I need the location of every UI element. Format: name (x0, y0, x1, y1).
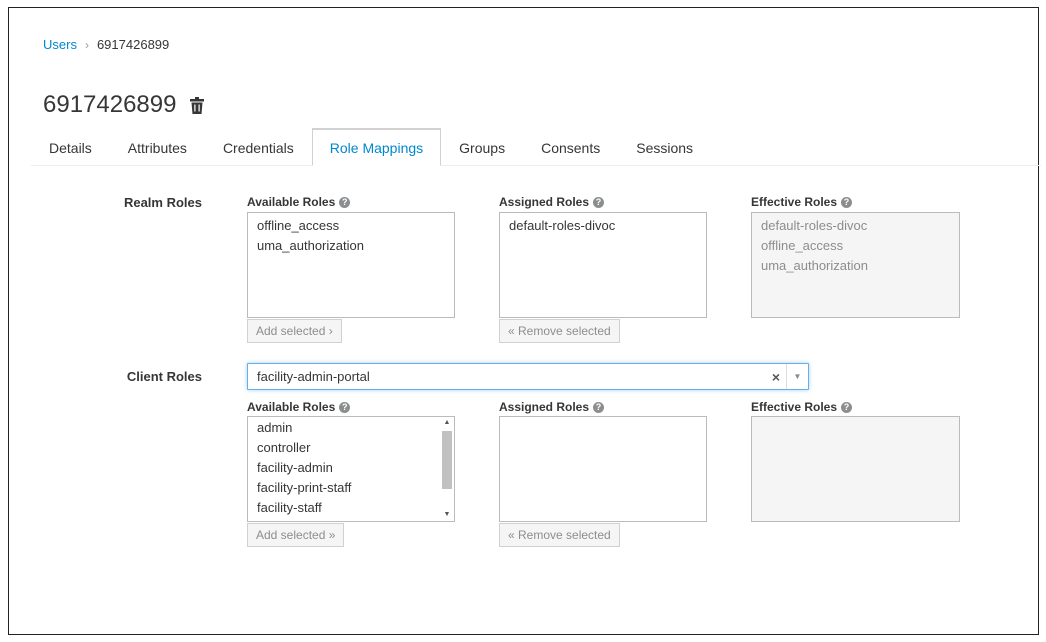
realm-assigned-roles-list[interactable]: default-roles-divoc (499, 212, 707, 318)
question-circle-icon[interactable]: ? (339, 196, 351, 208)
close-icon[interactable]: × (766, 369, 786, 385)
list-item[interactable]: admin (257, 418, 454, 438)
client-available-header-text: Available Roles (247, 400, 336, 414)
client-effective-roles-list (751, 416, 960, 522)
realm-effective-header: Effective Roles ? (751, 195, 853, 209)
tab-consents[interactable]: Consents (523, 128, 618, 166)
tab-details[interactable]: Details (31, 128, 110, 166)
list-item: uma_authorization (761, 258, 868, 273)
question-circle-icon[interactable]: ? (841, 401, 853, 413)
client-available-header: Available Roles ? (247, 400, 351, 414)
client-add-selected-button[interactable]: Add selected » (247, 523, 345, 547)
question-circle-icon[interactable]: ? (339, 401, 351, 413)
question-circle-icon[interactable]: ? (841, 196, 853, 208)
client-effective-header: Effective Roles ? (751, 400, 853, 414)
tab-bar: Details Attributes Credentials Role Mapp… (31, 128, 1041, 166)
list-item[interactable]: facility-print-staff (257, 478, 454, 498)
chevron-down-icon[interactable]: ▼ (786, 364, 808, 389)
breadcrumb-current: 6917426899 (96, 37, 170, 52)
tab-attributes[interactable]: Attributes (110, 128, 205, 166)
list-item[interactable]: offline_access (257, 216, 454, 236)
list-item[interactable]: default-roles-divoc (509, 216, 706, 236)
trash-icon[interactable] (190, 96, 205, 114)
client-remove-selected-button[interactable]: « Remove selected (499, 523, 620, 547)
tab-sessions[interactable]: Sessions (618, 128, 711, 166)
scroll-up-icon[interactable]: ▲ (440, 417, 454, 429)
breadcrumb: Users › 6917426899 (43, 37, 169, 52)
list-item: default-roles-divoc (761, 218, 868, 233)
breadcrumb-users-link[interactable]: Users (43, 37, 77, 52)
client-roles-label: Client Roles (126, 369, 202, 384)
scroll-thumb[interactable] (442, 431, 452, 489)
list-item[interactable]: facility-staff (257, 498, 454, 518)
scroll-down-icon[interactable]: ▼ (440, 509, 454, 521)
realm-roles-label: Realm Roles (123, 195, 202, 210)
realm-available-roles-list[interactable]: offline_access uma_authorization (247, 212, 455, 318)
realm-assigned-header-text: Assigned Roles (499, 195, 590, 209)
list-item[interactable]: facility-admin (257, 458, 454, 478)
realm-effective-header-text: Effective Roles (751, 195, 838, 209)
question-circle-icon[interactable]: ? (593, 196, 605, 208)
client-assigned-roles-list[interactable] (499, 416, 707, 522)
client-select-value: facility-admin-portal (257, 369, 370, 384)
realm-effective-roles-list: default-roles-divoc offline_access uma_a… (751, 212, 960, 318)
realm-available-header: Available Roles ? (247, 195, 351, 209)
breadcrumb-separator: › (84, 37, 89, 52)
tab-role-mappings[interactable]: Role Mappings (311, 128, 442, 166)
client-effective-header-text: Effective Roles (751, 400, 838, 414)
page-title-row: 6917426899 (43, 91, 205, 119)
list-item[interactable]: uma_authorization (257, 236, 454, 256)
page-title: 6917426899 (43, 91, 177, 118)
client-assigned-header: Assigned Roles ? (499, 400, 605, 414)
list-item: offline_access (761, 238, 844, 253)
realm-remove-selected-button[interactable]: « Remove selected (499, 319, 620, 343)
realm-assigned-header: Assigned Roles ? (499, 195, 605, 209)
realm-add-selected-button[interactable]: Add selected › (247, 319, 342, 343)
realm-available-header-text: Available Roles (247, 195, 336, 209)
list-scrollbar[interactable]: ▲ ▼ (440, 417, 454, 521)
list-item[interactable]: controller (257, 438, 454, 458)
client-assigned-header-text: Assigned Roles (499, 400, 590, 414)
tab-groups[interactable]: Groups (441, 128, 523, 166)
client-select[interactable]: facility-admin-portal × ▼ (247, 363, 809, 390)
client-available-roles-list[interactable]: admin controller facility-admin facility… (247, 416, 455, 522)
tab-credentials[interactable]: Credentials (205, 128, 312, 166)
page-frame: Users › 6917426899 6917426899 Details At… (8, 7, 1041, 635)
question-circle-icon[interactable]: ? (593, 401, 605, 413)
